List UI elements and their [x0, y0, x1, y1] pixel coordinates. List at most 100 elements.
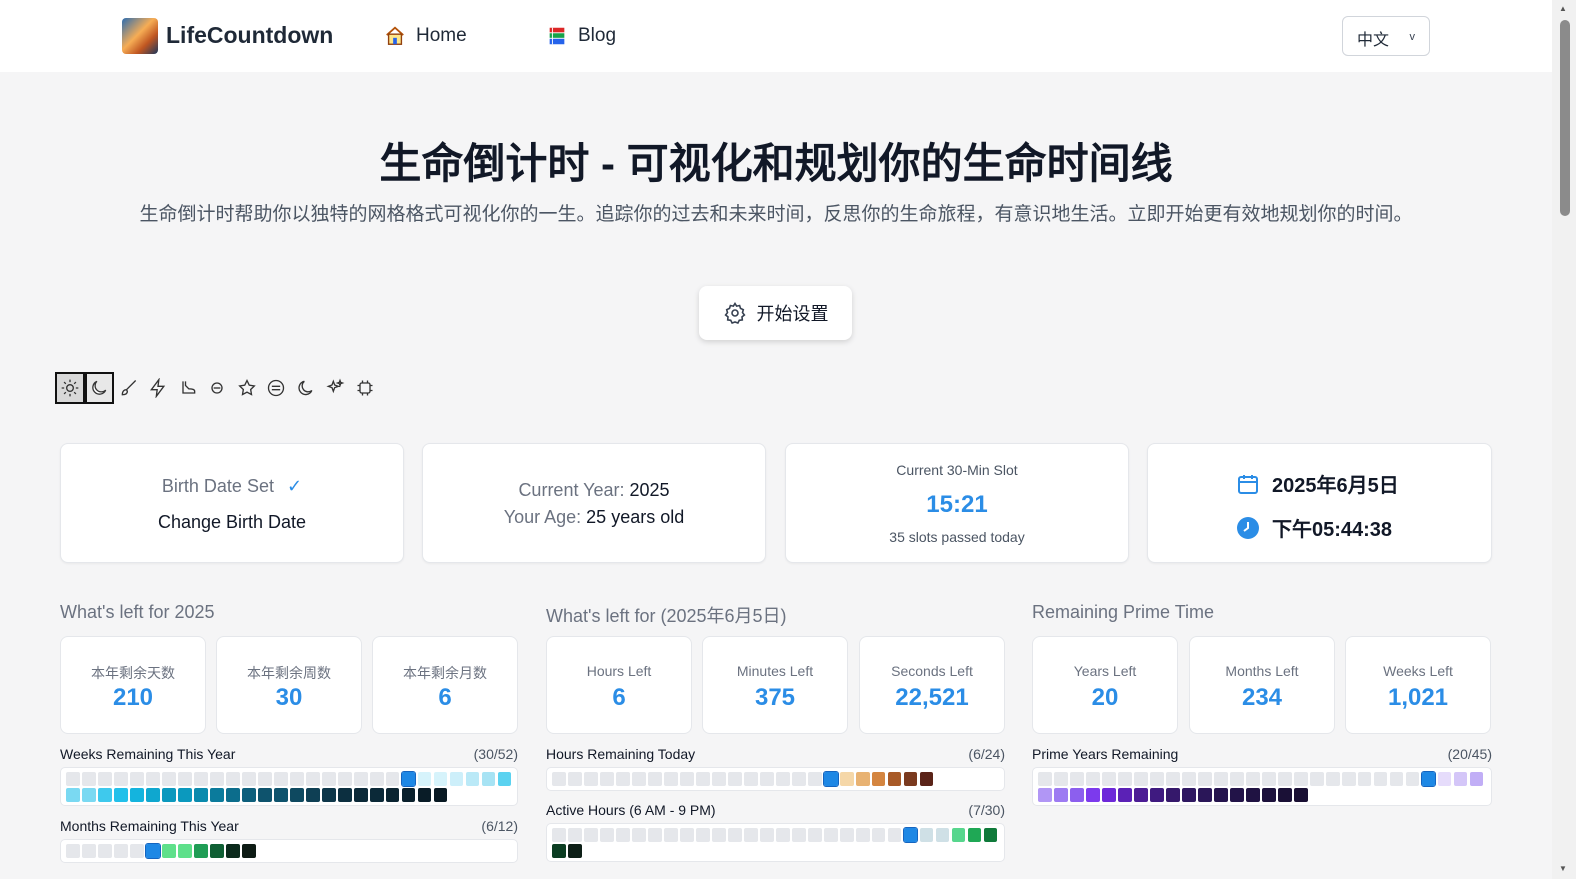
grid-cell [385, 772, 400, 786]
lightning-icon [150, 378, 166, 398]
scroll-down-icon[interactable]: ▼ [1559, 864, 1567, 873]
grid-cell [209, 772, 224, 786]
grid-cell [1053, 772, 1068, 786]
active-hours-grid-count: (7/30) [968, 802, 1005, 818]
check-icon: ✓ [286, 476, 303, 496]
grid-cell [289, 772, 304, 786]
grid-cell [161, 772, 176, 786]
months-grid [60, 839, 518, 863]
theme-chip-button[interactable] [350, 372, 380, 404]
moon-icon [92, 380, 107, 395]
theme-circle-button[interactable] [262, 372, 292, 404]
weeks-left-card: Weeks Left 1,021 [1345, 636, 1491, 734]
grid-cell [497, 772, 512, 786]
grid-cell [695, 828, 710, 842]
grid-cell [289, 787, 304, 802]
grid-cell [887, 772, 902, 786]
grid-cell [807, 828, 822, 842]
grid-cell [1117, 787, 1132, 802]
birth-date-status-row: Birth Date Set ✓ [61, 476, 403, 497]
chevron-down-icon: v [1409, 31, 1416, 43]
grid-cell [1085, 772, 1100, 786]
boot-icon [182, 381, 196, 394]
grid-cell [1245, 787, 1260, 802]
nav-home-link[interactable]: Home [384, 25, 467, 47]
calendar-icon [1238, 474, 1258, 494]
stat-label: Seconds Left [891, 663, 973, 679]
grid-cell [177, 787, 192, 802]
grid-cell [1165, 772, 1180, 786]
page-title: 生命倒计时 - 可视化和规划你的生命时间线 [379, 140, 1173, 187]
theme-night-button[interactable] [291, 372, 321, 404]
grid-cell [81, 787, 96, 802]
house-icon [386, 26, 404, 45]
stat-value: 210 [112, 684, 154, 711]
theme-boot-button[interactable] [173, 372, 203, 404]
hours-left-card: Hours Left 6 [546, 636, 692, 734]
grid-cell [759, 828, 774, 842]
grid-cell [695, 772, 710, 786]
grid-cell [257, 772, 272, 786]
grid-cell [759, 772, 774, 786]
minutes-left-card: Minutes Left 375 [702, 636, 848, 734]
stat-label: 本年剩余月数 [403, 665, 487, 681]
grid-cell [1101, 772, 1116, 786]
language-select[interactable]: 中文 v [1342, 16, 1430, 56]
start-setup-button[interactable]: 开始设置 [699, 286, 852, 340]
grid-cell [727, 828, 742, 842]
grid-cell [1038, 772, 1052, 786]
grid-cell [193, 844, 208, 858]
age-value: 25 years old [586, 507, 685, 527]
theme-star-button[interactable] [232, 372, 262, 404]
sparkles-icon [326, 378, 345, 394]
grid-cell [1213, 787, 1228, 802]
grid-cell [1373, 772, 1388, 786]
grid-cell [1261, 772, 1276, 786]
star-icon [237, 378, 256, 396]
stat-label: Weeks Left [1383, 663, 1453, 679]
grid-cell [679, 828, 694, 842]
grid-cell [129, 772, 144, 786]
active-hours-grid-label: Active Hours (6 AM - 9 PM) [546, 802, 716, 818]
nav-blog-link[interactable]: Blog [546, 25, 616, 47]
theme-dark-button[interactable] [84, 372, 114, 404]
stat-value: 6 [438, 684, 452, 711]
scroll-up-icon[interactable]: ▲ [1559, 4, 1567, 13]
stat-label: 本年剩余周数 [247, 665, 331, 681]
theme-energy-button[interactable] [144, 372, 174, 404]
page-scrollbar[interactable]: ▲ ▼ [1552, 0, 1576, 879]
grid-cell [1341, 772, 1356, 786]
theme-paint-button[interactable] [114, 372, 144, 404]
current-time: 下午05:44:38 [1272, 519, 1393, 541]
grid-cell [951, 828, 966, 842]
grid-cell [81, 844, 96, 858]
theme-light-button[interactable] [55, 372, 85, 404]
logo-image[interactable] [122, 18, 158, 54]
theme-sparkle-button[interactable] [321, 372, 351, 404]
grid-cell [727, 772, 742, 786]
grid-cell [481, 772, 496, 786]
grid-cell [145, 772, 160, 786]
stat-value: 20 [1091, 684, 1119, 711]
grid-cell [871, 828, 886, 842]
stat-label: Hours Left [586, 663, 652, 679]
scroll-thumb[interactable] [1560, 20, 1570, 216]
weeks-grid-label: Weeks Remaining This Year [60, 746, 236, 762]
stat-value: 30 [275, 684, 303, 711]
active-hours-cells [552, 827, 999, 858]
circle-icon [268, 379, 285, 397]
grid-cell [193, 772, 208, 786]
current-year-value: 2025 [629, 480, 670, 500]
months-grid-count: (6/12) [481, 818, 518, 834]
grid-cell [1133, 787, 1148, 802]
grid-cell [1197, 772, 1212, 786]
theme-candy-button[interactable] [203, 372, 233, 404]
grid-cell [66, 772, 80, 786]
grid-cell [743, 828, 758, 842]
date-row: 2025年6月5日 [1236, 469, 1399, 498]
brand-name[interactable]: LifeCountdown [166, 22, 333, 49]
grid-cell [839, 772, 854, 786]
grid-cell [433, 787, 448, 802]
change-birth-date-button[interactable]: Change Birth Date [61, 512, 403, 533]
grid-cell [935, 828, 950, 842]
